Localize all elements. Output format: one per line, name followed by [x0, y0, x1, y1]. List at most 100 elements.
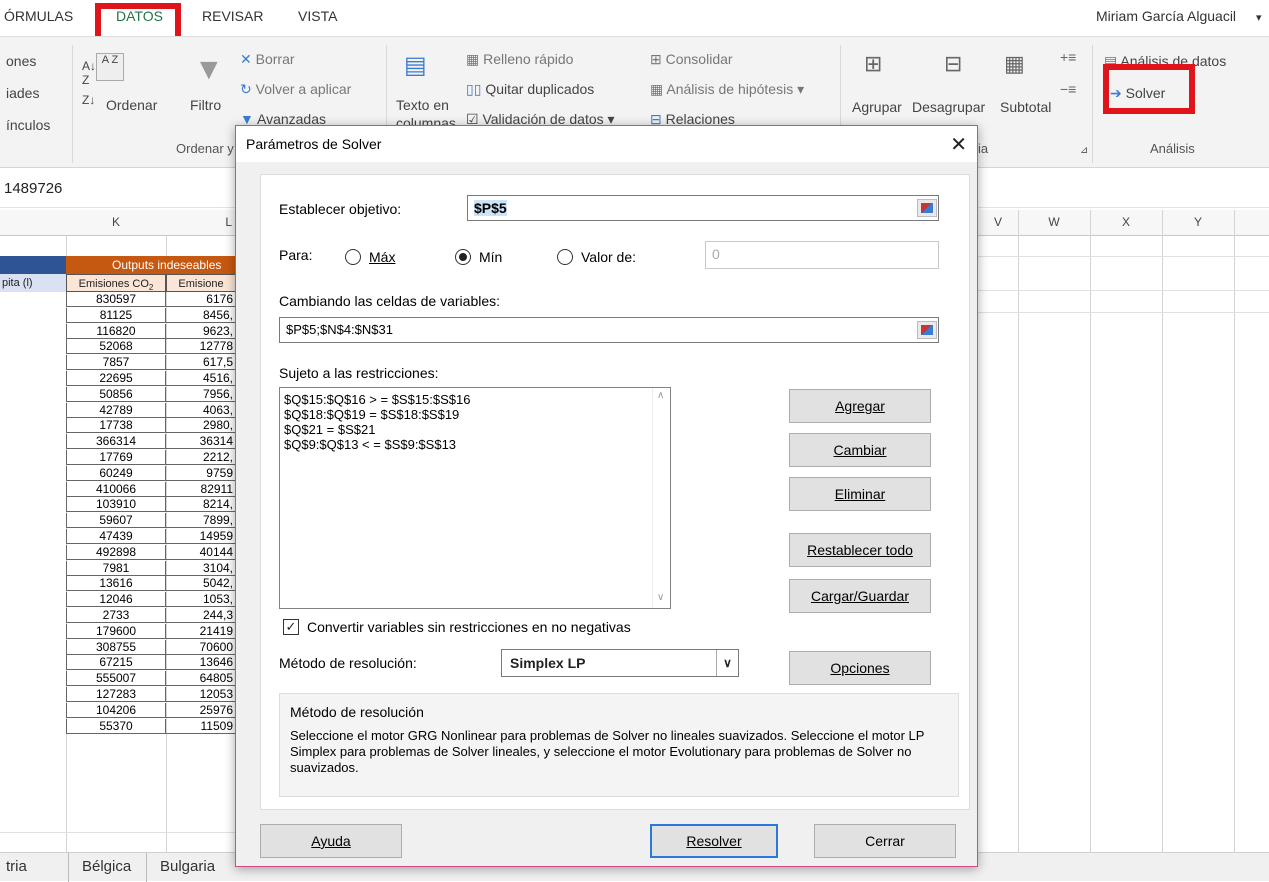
table-cell-l[interactable]: 40144	[166, 544, 236, 560]
table-cell-l[interactable]: 8214,	[166, 497, 236, 513]
radio-min-label[interactable]: Mín	[479, 249, 502, 265]
hide-detail-icon[interactable]: −≡	[1060, 81, 1076, 97]
table-cell-k[interactable]: 179600	[66, 623, 166, 639]
column-header-y[interactable]: Y	[1162, 215, 1234, 229]
cargar-guardar-button[interactable]: Cargar/Guardar	[789, 579, 931, 613]
radio-valor-de-label[interactable]: Valor de:	[581, 249, 636, 265]
sort-za-icon[interactable]: Z↓	[82, 93, 95, 107]
chevron-down-icon[interactable]: ▾	[1256, 11, 1262, 24]
table-cell-k[interactable]: 52068	[66, 339, 166, 355]
dialog-title-bar[interactable]: Parámetros de Solver ✕	[236, 126, 977, 162]
table-cell-l[interactable]: 5042,	[166, 576, 236, 592]
subtotal-icon[interactable]: ▦	[1004, 51, 1025, 77]
sheet-tab-belgica[interactable]: Bélgica	[82, 858, 131, 875]
list-item[interactable]: $Q$9:$Q$13 < = $S$9:$S$13	[280, 437, 670, 452]
relleno-rapido-button[interactable]: ▦ Relleno rápido	[466, 51, 573, 68]
restablecer-todo-button[interactable]: Restablecer todo	[789, 533, 931, 567]
column-header-k[interactable]: K	[66, 215, 166, 229]
table-cell-k[interactable]: 55370	[66, 718, 166, 734]
scrollbar[interactable]: ∧ ∨	[652, 388, 670, 608]
opciones-button[interactable]: Opciones	[789, 651, 931, 685]
scroll-up-icon[interactable]: ∧	[657, 390, 664, 401]
table-cell-k[interactable]: 47439	[66, 529, 166, 544]
table-cell-k[interactable]: 7981	[66, 560, 166, 576]
group-icon[interactable]: ⊞	[864, 51, 882, 77]
agrupar-button[interactable]: Agrupar	[852, 99, 902, 115]
text-to-columns-icon[interactable]: ▤	[404, 51, 427, 80]
ordenar-button[interactable]: Ordenar	[106, 97, 157, 113]
table-cell-k[interactable]: 81125	[66, 307, 166, 323]
table-cell-k[interactable]: 2733	[66, 608, 166, 623]
cambiar-button[interactable]: Cambiar	[789, 433, 931, 467]
changing-cells-input[interactable]: $P$5;$N$4:$N$31	[279, 317, 939, 343]
resolver-button[interactable]: Resolver	[650, 824, 778, 858]
sheet-tab-austria[interactable]: tria	[6, 858, 27, 875]
sheet-tab-bulgaria[interactable]: Bulgaria	[160, 858, 215, 875]
ribbon-partial-item[interactable]: ínculos	[6, 117, 50, 133]
cerrar-button[interactable]: Cerrar	[814, 824, 956, 858]
chevron-down-icon[interactable]: ∨	[716, 650, 738, 676]
tab-vista[interactable]: VISTA	[298, 8, 337, 24]
filtro-button[interactable]: Filtro	[190, 97, 221, 113]
table-cell-k[interactable]: 13616	[66, 576, 166, 592]
constraints-list[interactable]: $Q$15:$Q$16 > = $S$15:$S$16 $Q$18:$Q$19 …	[279, 387, 671, 609]
scroll-down-icon[interactable]: ∨	[657, 592, 664, 603]
column-header-l[interactable]: L	[166, 215, 236, 229]
table-cell-l[interactable]: 6176	[166, 292, 236, 307]
analisis-hipotesis-button[interactable]: ▦ Análisis de hipótesis ▾	[650, 81, 804, 98]
agregar-button[interactable]: Agregar	[789, 389, 931, 423]
borrar-button[interactable]: ✕ Borrar	[240, 51, 295, 68]
volver-aplicar-button[interactable]: ↻ Volver a aplicar	[240, 81, 351, 98]
table-cell-k[interactable]: 492898	[66, 544, 166, 560]
table-cell-l[interactable]: 617,5	[166, 355, 236, 371]
valor-de-input[interactable]: 0	[705, 241, 939, 269]
sort-az-icon[interactable]: A↓ Z	[82, 59, 96, 87]
table-cell-k[interactable]: 366314	[66, 434, 166, 450]
table-cell-k[interactable]: 127283	[66, 687, 166, 702]
table-cell-k[interactable]: 22695	[66, 371, 166, 386]
table-cell-l[interactable]: 2212,	[166, 450, 236, 465]
column-header-w[interactable]: W	[1018, 215, 1090, 229]
table-cell-l[interactable]: 82911	[166, 481, 236, 497]
radio-valor-de[interactable]	[557, 249, 573, 265]
table-cell-k[interactable]: 59607	[66, 513, 166, 529]
table-cell-l[interactable]: 12053	[166, 687, 236, 702]
eliminar-button[interactable]: Eliminar	[789, 477, 931, 511]
ayuda-button[interactable]: Ayuda	[260, 824, 402, 858]
table-cell-l[interactable]: 244,3	[166, 608, 236, 623]
table-cell-l[interactable]: 64805	[166, 671, 236, 687]
radio-max-label[interactable]: Máx	[369, 249, 395, 265]
tab-formulas[interactable]: ÓRMULAS	[4, 8, 73, 24]
ungroup-icon[interactable]: ⊟	[944, 51, 962, 77]
table-cell-k[interactable]: 67215	[66, 655, 166, 671]
cell-reference-icon[interactable]	[917, 199, 937, 217]
table-cell-l[interactable]: 9623,	[166, 323, 236, 339]
column-header-v[interactable]: V	[978, 215, 1018, 229]
table-cell-l[interactable]: 21419	[166, 623, 236, 639]
radio-min[interactable]	[455, 249, 471, 265]
table-cell-k[interactable]: 104206	[66, 702, 166, 718]
non-negative-label[interactable]: Convertir variables sin restricciones en…	[307, 619, 631, 635]
tab-revisar[interactable]: REVISAR	[202, 8, 263, 24]
table-cell-l[interactable]: 1053,	[166, 592, 236, 608]
group-launcher-icon[interactable]: ⊿	[1080, 145, 1088, 156]
list-item[interactable]: $Q$21 = $S$21	[280, 422, 670, 437]
table-cell-k[interactable]: 410066	[66, 481, 166, 497]
radio-max[interactable]	[345, 249, 361, 265]
table-cell-l[interactable]: 4063,	[166, 402, 236, 418]
table-cell-l[interactable]: 36314	[166, 434, 236, 450]
sort-dialog-icon[interactable]: A Z	[96, 53, 124, 81]
table-cell-l[interactable]: 2980,	[166, 418, 236, 434]
table-cell-l[interactable]: 7899,	[166, 513, 236, 529]
method-select[interactable]: Simplex LP ∨	[501, 649, 739, 677]
objective-input[interactable]: $P$5	[467, 195, 939, 221]
table-cell-l[interactable]: 25976	[166, 702, 236, 718]
table-cell-l[interactable]: 11509	[166, 718, 236, 734]
table-cell-l[interactable]: 14959	[166, 529, 236, 544]
table-cell-k[interactable]: 17738	[66, 418, 166, 434]
show-detail-icon[interactable]: +≡	[1060, 49, 1076, 65]
table-cell-l[interactable]: 4516,	[166, 371, 236, 386]
desagrupar-button[interactable]: Desagrupar	[912, 99, 985, 115]
non-negative-checkbox[interactable]: ✓	[283, 619, 299, 635]
table-cell-l[interactable]: 12778	[166, 339, 236, 355]
